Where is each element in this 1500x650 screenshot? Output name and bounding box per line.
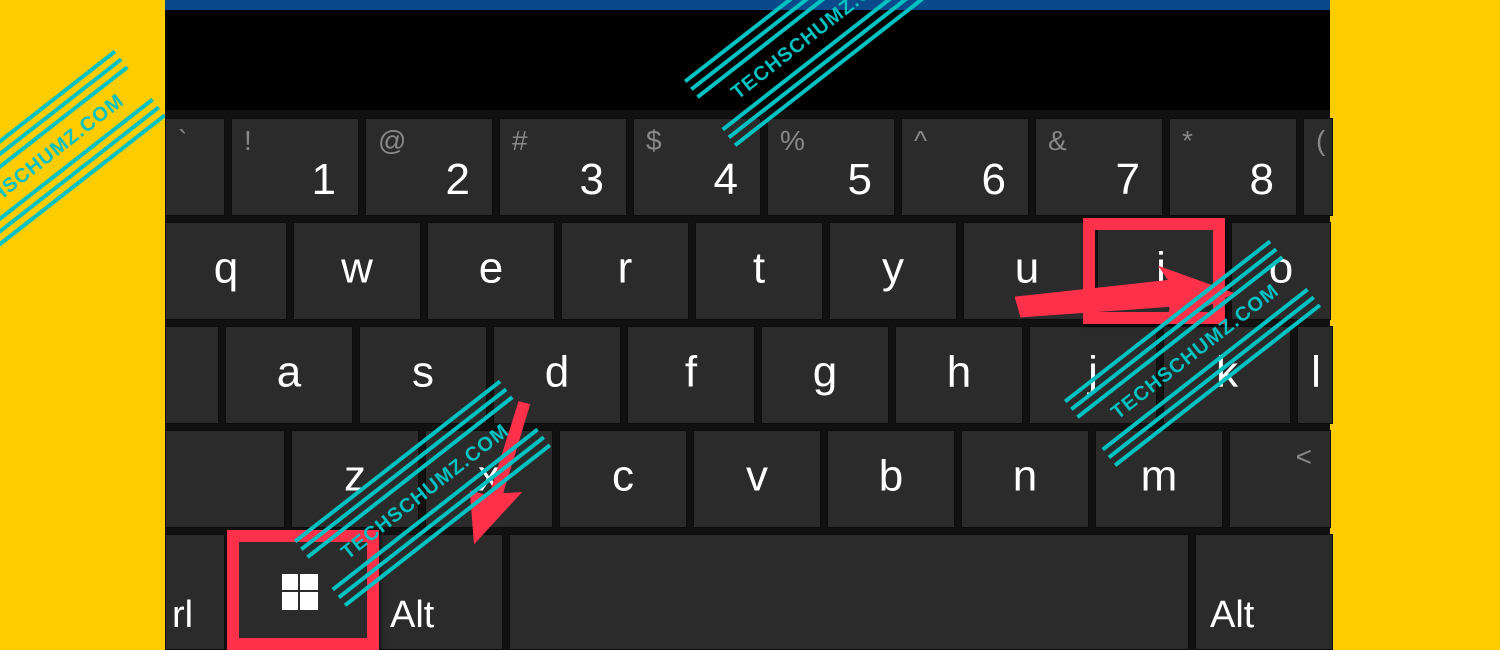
key-y[interactable]: y (829, 222, 957, 320)
key-letter-label: y (882, 244, 904, 294)
key-3[interactable]: # 3 (499, 118, 627, 216)
key-main-label: 6 (982, 155, 1006, 205)
key-shift-label: % (780, 125, 805, 157)
key-main-label: 8 (1250, 155, 1274, 205)
key-w[interactable]: w (293, 222, 421, 320)
key-letter-label: c (612, 452, 634, 502)
key-mod-label: Alt (1210, 594, 1254, 637)
key-j[interactable]: j (1029, 326, 1157, 424)
key-m[interactable]: m (1095, 430, 1223, 528)
key-shift-label: # (512, 125, 528, 157)
key-shift-label: $ (646, 125, 662, 157)
key-letter-label: r (618, 244, 633, 294)
key-letter-label: w (341, 244, 373, 294)
windows-icon (282, 574, 318, 610)
key-h[interactable]: h (895, 326, 1023, 424)
key-shift-label: & (1048, 125, 1067, 157)
key-letter-label: a (277, 348, 301, 398)
key-4[interactable]: $ 4 (633, 118, 761, 216)
key-shift-label: < (1296, 441, 1312, 473)
key-r[interactable]: r (561, 222, 689, 320)
key-e[interactable]: e (427, 222, 555, 320)
key-shift-label: ` (178, 125, 187, 157)
key-n[interactable]: n (961, 430, 1089, 528)
key-b[interactable]: b (827, 430, 955, 528)
key-k[interactable]: k (1163, 326, 1291, 424)
key-5[interactable]: % 5 (767, 118, 895, 216)
key-main-label: 1 (312, 155, 336, 205)
key-letter-label: b (879, 452, 903, 502)
key-letter-label: z (344, 452, 366, 502)
key-f[interactable]: f (627, 326, 755, 424)
key-shift-label: ! (244, 125, 252, 157)
key-q[interactable]: q (165, 222, 287, 320)
key-shift-left[interactable] (165, 430, 285, 528)
key-shift-label: ^ (914, 125, 927, 157)
key-6[interactable]: ^ 6 (901, 118, 1029, 216)
key-1[interactable]: ! 1 (231, 118, 359, 216)
key-main-label: 5 (848, 155, 872, 205)
on-screen-keyboard: ` ! 1 @ 2 # 3 $ 4 % 5 ^ (165, 110, 1330, 650)
key-shift-label: @ (378, 125, 406, 157)
key-letter-label: d (545, 348, 569, 398)
key-2[interactable]: @ 2 (365, 118, 493, 216)
key-d[interactable]: d (493, 326, 621, 424)
key-main-label: 4 (714, 155, 738, 205)
key-letter-label: n (1013, 452, 1037, 502)
key-shift-label: ( (1316, 125, 1325, 157)
key-l[interactable]: l (1297, 326, 1333, 424)
key-letter-label: s (412, 348, 434, 398)
key-main-label: 3 (580, 155, 604, 205)
key-v[interactable]: v (693, 430, 821, 528)
key-letter-label: g (813, 348, 837, 398)
key-alt-right[interactable]: Alt (1195, 534, 1333, 650)
key-letter-label: j (1088, 348, 1098, 398)
key-s[interactable]: s (359, 326, 487, 424)
key-letter-label: f (685, 348, 697, 398)
key-letter-label: l (1311, 348, 1321, 398)
key-letter-label: o (1269, 244, 1293, 294)
key-ctrl[interactable]: rl (165, 534, 225, 650)
key-o[interactable]: o (1231, 222, 1331, 320)
screenshot-stage: ` ! 1 @ 2 # 3 $ 4 % 5 ^ (165, 0, 1330, 649)
key-9[interactable]: ( (1303, 118, 1333, 216)
key-letter-label: m (1141, 452, 1178, 502)
key-letter-label: h (947, 348, 971, 398)
key-windows[interactable] (231, 534, 369, 650)
key-shift-label: * (1182, 125, 1193, 157)
watermark-left: TECHSCHUMZ.COM (0, 50, 171, 283)
key-backtick[interactable]: ` (165, 118, 225, 216)
key-mod-label: rl (172, 594, 193, 637)
key-alt-left[interactable]: Alt (375, 534, 503, 650)
key-a[interactable]: a (225, 326, 353, 424)
key-7[interactable]: & 7 (1035, 118, 1163, 216)
window-titlebar (165, 0, 1330, 10)
key-letter-label: e (479, 244, 503, 294)
key-8[interactable]: * 8 (1169, 118, 1297, 216)
key-z[interactable]: z (291, 430, 419, 528)
key-letter-label: k (1216, 348, 1238, 398)
key-comma[interactable]: < (1229, 430, 1331, 528)
key-g[interactable]: g (761, 326, 889, 424)
key-letter-label: v (746, 452, 768, 502)
key-c[interactable]: c (559, 430, 687, 528)
key-mod-label: Alt (390, 594, 434, 637)
key-capslock[interactable] (165, 326, 219, 424)
key-letter-label: u (1015, 244, 1039, 294)
key-main-label: 2 (446, 155, 470, 205)
key-space[interactable] (509, 534, 1189, 650)
key-letter-label: t (753, 244, 765, 294)
key-t[interactable]: t (695, 222, 823, 320)
key-main-label: 7 (1116, 155, 1140, 205)
key-letter-label: q (214, 244, 238, 294)
